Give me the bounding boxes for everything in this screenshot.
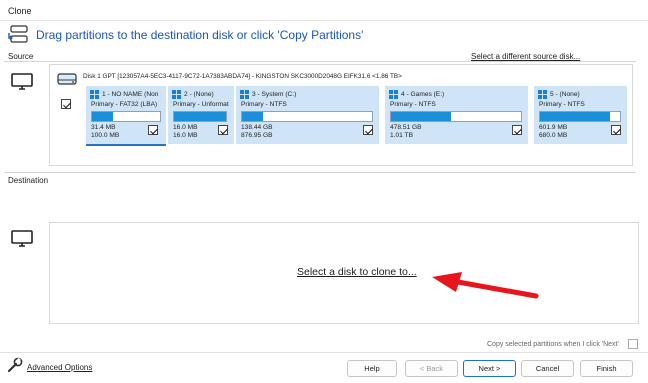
- partition-checkbox[interactable]: [218, 125, 228, 135]
- partition-used: 16.0 MB: [173, 124, 198, 131]
- destination-monitor-icon: [11, 230, 33, 247]
- copy-selected-checkbox[interactable]: [628, 339, 638, 349]
- partition-checkbox[interactable]: [363, 125, 373, 135]
- windows-icon: [538, 90, 547, 99]
- source-monitor-icon: [11, 73, 33, 90]
- partition-name: 2 - (None): [184, 91, 214, 98]
- hard-disk-icon: [57, 73, 77, 85]
- partition-type: Primary - NTFS: [539, 101, 585, 108]
- partition-total: 876.95 GB: [241, 132, 273, 139]
- help-button[interactable]: Help: [347, 360, 397, 377]
- source-divider: [4, 61, 636, 62]
- partition-usage-fill: [242, 112, 263, 121]
- partition-usage-bar: [241, 111, 373, 122]
- partition-type: Primary - FAT32 (LBA): [91, 101, 158, 108]
- partition-used: 478.51 GB: [390, 124, 422, 131]
- partition-usage-bar: [173, 111, 227, 122]
- next-button[interactable]: Next >: [463, 360, 516, 377]
- source-label: Source: [8, 52, 34, 61]
- partition-total: 680.0 MB: [539, 132, 568, 139]
- select-destination-disk-link[interactable]: Select a disk to clone to...: [297, 266, 417, 278]
- windows-icon: [90, 90, 99, 99]
- partition-name: 3 - System (C:): [252, 91, 297, 98]
- partition-tile[interactable]: 4 - Games (E:) Primary - NTFS 478.51 GB …: [385, 86, 528, 144]
- partition-header: 1 - NO NAME (Non: [90, 90, 158, 99]
- back-button[interactable]: < Back: [405, 360, 458, 377]
- partition-total: 1.01 TB: [390, 132, 413, 139]
- partition-tile[interactable]: 3 - System (C:) Primary - NTFS 138.44 GB…: [236, 86, 379, 144]
- partition-usage-fill: [391, 112, 451, 121]
- destination-divider: [4, 172, 636, 173]
- partition-total: 100.0 MB: [91, 132, 120, 139]
- partition-usage-fill: [174, 112, 226, 121]
- wrench-icon: [7, 357, 23, 373]
- partition-used: 31.4 MB: [91, 124, 116, 131]
- source-disk-title: Disk 1 GPT [123057A4-5EC3-4117-9C72-1A73…: [83, 73, 402, 80]
- partition-checkbox[interactable]: [611, 125, 621, 135]
- select-source-disk-link[interactable]: Select a different source disk...: [471, 52, 580, 61]
- page-heading: Drag partitions to the destination disk …: [36, 28, 364, 42]
- title-bar: Clone: [0, 0, 648, 21]
- partition-usage-bar: [390, 111, 522, 122]
- window-title: Clone: [8, 6, 32, 16]
- red-arrow-annotation: [432, 272, 539, 299]
- partition-type: Primary - NTFS: [390, 101, 436, 108]
- partition-header: 2 - (None): [172, 90, 214, 99]
- cancel-button[interactable]: Cancel: [521, 360, 574, 377]
- partition-header: 5 - (None): [538, 90, 580, 99]
- advanced-options-link[interactable]: Advanced Options: [27, 363, 92, 372]
- windows-icon: [172, 90, 181, 99]
- partition-usage-bar: [539, 111, 621, 122]
- partition-type: Primary - NTFS: [241, 101, 287, 108]
- windows-icon: [240, 90, 249, 99]
- partition-usage-bar: [91, 111, 161, 122]
- partition-name: 4 - Games (E:): [401, 91, 445, 98]
- partition-used: 138.44 GB: [241, 124, 273, 131]
- finish-button[interactable]: Finish: [580, 360, 633, 377]
- partition-checkbox[interactable]: [512, 125, 522, 135]
- partition-total: 16.0 MB: [173, 132, 198, 139]
- partition-name: 5 - (None): [550, 91, 580, 98]
- partition-used: 601.9 MB: [539, 124, 568, 131]
- partition-usage-fill: [540, 112, 611, 121]
- source-disk-checkbox[interactable]: [61, 99, 71, 109]
- partition-name: 1 - NO NAME (Non: [102, 91, 159, 98]
- copy-selected-label: Copy selected partitions when I click 'N…: [487, 341, 619, 348]
- partition-usage-fill: [92, 112, 114, 121]
- clone-disk-icon: [8, 25, 28, 43]
- partition-tile[interactable]: 1 - NO NAME (Non Primary - FAT32 (LBA) 3…: [86, 86, 166, 146]
- partition-header: 4 - Games (E:): [389, 90, 444, 99]
- partition-tile[interactable]: 5 - (None) Primary - NTFS 601.9 MB 680.0…: [534, 86, 627, 144]
- partition-type: Primary - Unformat: [173, 101, 229, 108]
- footer-divider: [0, 352, 648, 353]
- partition-tile[interactable]: 2 - (None) Primary - Unformat 16.0 MB 16…: [168, 86, 234, 144]
- partition-header: 3 - System (C:): [240, 90, 296, 99]
- windows-icon: [389, 90, 398, 99]
- destination-label: Destination: [8, 176, 49, 185]
- partition-checkbox[interactable]: [148, 125, 158, 135]
